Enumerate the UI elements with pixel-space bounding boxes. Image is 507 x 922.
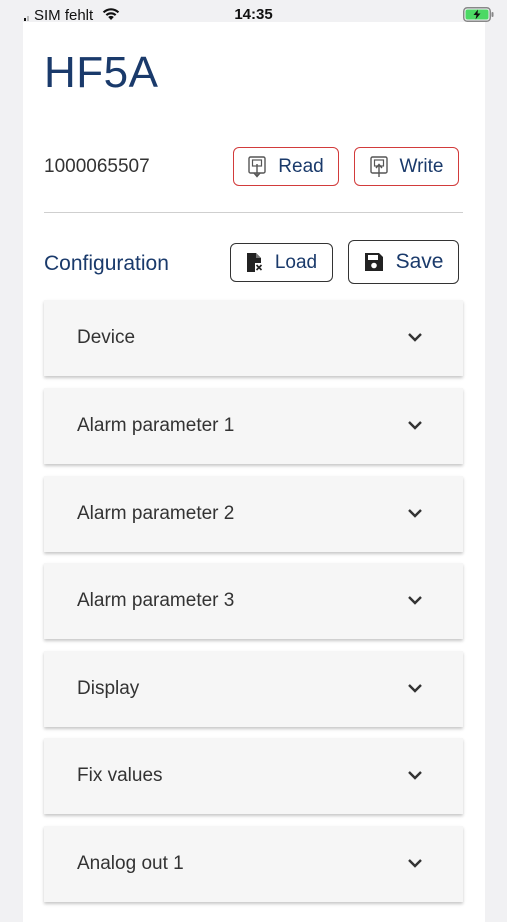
accordion-label: Fix values <box>77 765 163 786</box>
accordion-alarm-parameter-2[interactable]: Alarm parameter 2 <box>44 476 463 552</box>
battery-charging-icon <box>463 7 495 22</box>
chevron-down-icon[interactable] <box>407 857 423 869</box>
accordion-label: Alarm parameter 1 <box>77 415 235 436</box>
page-title: HF5A <box>44 48 159 97</box>
write-button[interactable]: Write <box>354 147 459 186</box>
read-button[interactable]: Read <box>233 147 339 186</box>
chevron-down-icon[interactable] <box>407 769 423 781</box>
divider <box>44 212 463 213</box>
device-write-icon <box>369 155 388 178</box>
file-load-icon <box>246 252 263 273</box>
device-read-icon <box>248 155 266 178</box>
load-label: Load <box>274 251 318 273</box>
chevron-down-icon[interactable] <box>407 594 423 606</box>
accordion-label: Alarm parameter 2 <box>77 503 235 524</box>
chevron-down-icon[interactable] <box>407 682 423 694</box>
accordion-label: Analog out 1 <box>77 853 184 874</box>
load-button[interactable]: Load <box>230 243 333 282</box>
serial-number: 1000065507 <box>44 156 150 177</box>
chevron-down-icon[interactable] <box>407 331 423 343</box>
accordion-label: Display <box>77 678 140 699</box>
read-label: Read <box>278 155 324 177</box>
accordion-device[interactable]: Device <box>44 300 463 376</box>
chevron-down-icon[interactable] <box>407 419 423 431</box>
accordion-alarm-parameter-1[interactable]: Alarm parameter 1 <box>44 388 463 464</box>
accordion-label: Alarm parameter 3 <box>77 590 235 611</box>
main-card: HF5A 1000065507 Read Write Configuration <box>23 22 485 922</box>
accordion-alarm-parameter-3[interactable]: Alarm parameter 3 <box>44 563 463 639</box>
clock: 14:35 <box>234 6 273 23</box>
accordion-fix-values[interactable]: Fix values <box>44 738 463 814</box>
accordion-display[interactable]: Display <box>44 651 463 727</box>
write-label: Write <box>399 155 444 177</box>
save-button[interactable]: Save <box>348 240 459 284</box>
accordion-label: Device <box>77 327 136 348</box>
floppy-disk-icon <box>364 252 384 272</box>
chevron-down-icon[interactable] <box>407 507 423 519</box>
save-label: Save <box>395 250 444 273</box>
configuration-title: Configuration <box>44 252 169 275</box>
accordion-analog-out-1[interactable]: Analog out 1 <box>44 826 463 902</box>
